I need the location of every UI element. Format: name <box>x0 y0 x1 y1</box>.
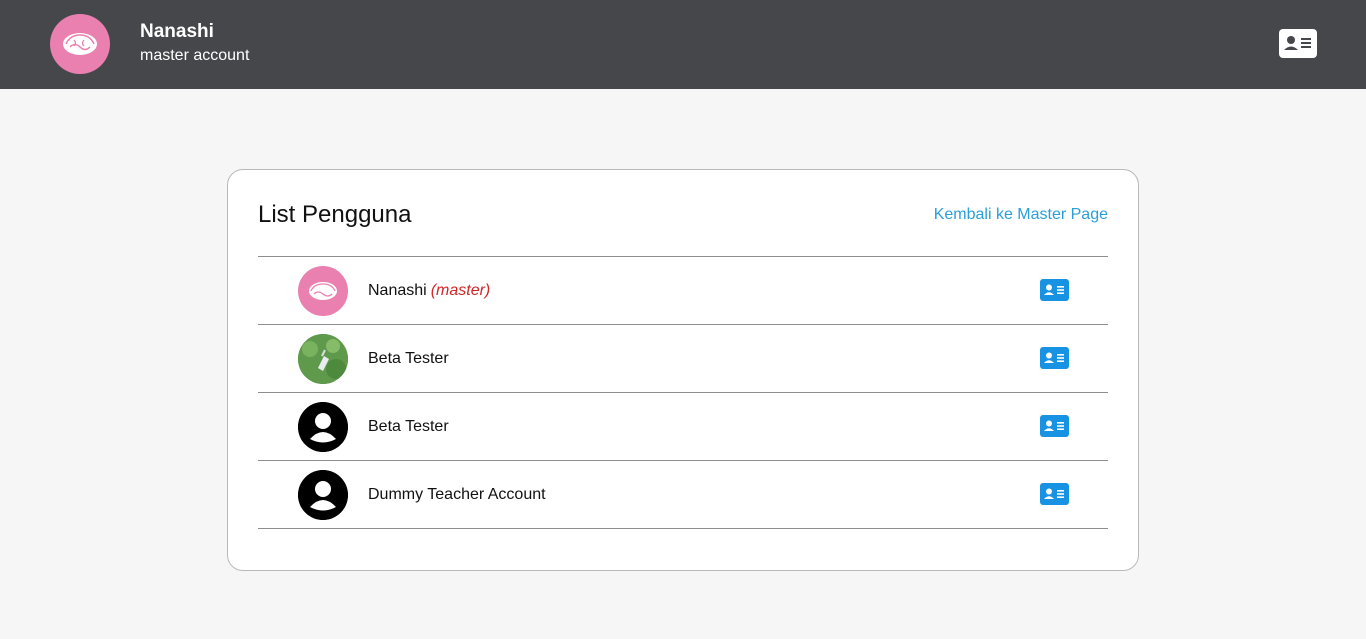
user-name: Nanashi (master) <box>368 282 491 299</box>
user-list-card: List Pengguna Kembali ke Master Page Nan… <box>227 169 1139 571</box>
contact-card-icon <box>1044 420 1064 431</box>
default-user-icon <box>298 402 348 452</box>
back-to-master-link[interactable]: Kembali ke Master Page <box>934 206 1108 224</box>
user-role: master account <box>140 47 250 64</box>
brain-doodle-icon <box>63 33 97 55</box>
contact-card-icon <box>1044 284 1064 295</box>
user-avatar[interactable] <box>298 266 348 316</box>
user-name: Dummy Teacher Account <box>368 486 546 503</box>
list-item: Dummy Teacher Account <box>258 461 1108 529</box>
user-detail-button[interactable] <box>1040 483 1069 505</box>
user-list: Nanashi (master) Beta Tester Beta Tester… <box>258 256 1108 529</box>
default-user-icon <box>298 470 348 520</box>
grass-photo-icon <box>298 334 348 384</box>
user-avatar[interactable] <box>298 470 348 520</box>
user-name: Beta Tester <box>368 350 449 367</box>
list-item: Beta Tester <box>258 325 1108 393</box>
brain-doodle-icon <box>309 282 337 300</box>
user-detail-button[interactable] <box>1040 415 1069 437</box>
contact-card-icon <box>1284 36 1311 50</box>
user-name: Beta Tester <box>368 418 449 435</box>
user-name: Nanashi <box>140 21 214 42</box>
user-avatar[interactable] <box>50 14 110 74</box>
page-title: List Pengguna <box>258 201 412 228</box>
user-avatar[interactable] <box>298 402 348 452</box>
user-detail-button[interactable] <box>1040 279 1069 301</box>
profile-card-button[interactable] <box>1279 29 1317 58</box>
user-avatar[interactable] <box>298 334 348 384</box>
contact-card-icon <box>1044 488 1064 499</box>
top-bar: Nanashi master account <box>0 0 1366 89</box>
master-tag: (master) <box>430 282 491 299</box>
list-item: Nanashi (master) <box>258 257 1108 325</box>
user-detail-button[interactable] <box>1040 347 1069 369</box>
contact-card-icon <box>1044 352 1064 363</box>
list-item: Beta Tester <box>258 393 1108 461</box>
